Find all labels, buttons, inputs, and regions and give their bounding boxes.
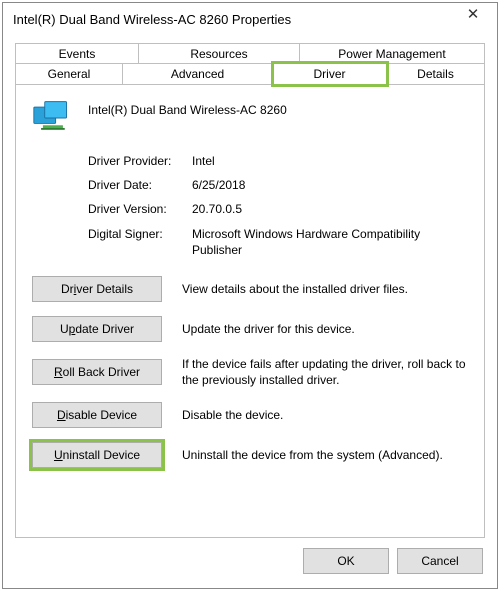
date-value: 6/25/2018 [192, 177, 245, 193]
rollback-driver-desc: If the device fails after updating the d… [182, 356, 468, 388]
driver-properties: Driver Provider: Intel Driver Date: 6/25… [88, 153, 468, 258]
tab-driver[interactable]: Driver [273, 63, 387, 85]
tab-advanced[interactable]: Advanced [123, 63, 273, 85]
provider-value: Intel [192, 153, 215, 169]
ok-button[interactable]: OK [303, 548, 389, 574]
tab-resources[interactable]: Resources [139, 43, 300, 64]
window-title: Intel(R) Dual Band Wireless-AC 8260 Prop… [13, 12, 291, 27]
properties-dialog: Intel(R) Dual Band Wireless-AC 8260 Prop… [2, 2, 498, 589]
uninstall-device-button[interactable]: Uninstall Device [32, 442, 162, 468]
version-value: 20.70.0.5 [192, 201, 242, 217]
driver-details-button[interactable]: Driver Details [32, 276, 162, 302]
signer-label: Digital Signer: [88, 226, 192, 258]
provider-label: Driver Provider: [88, 153, 192, 169]
disable-device-desc: Disable the device. [182, 407, 468, 423]
tabs: Events Resources Power Management Genera… [3, 33, 497, 85]
date-label: Driver Date: [88, 177, 192, 193]
disable-device-button[interactable]: Disable Device [32, 402, 162, 428]
signer-value: Microsoft Windows Hardware Compatibility… [192, 226, 468, 258]
update-driver-desc: Update the driver for this device. [182, 321, 468, 337]
tab-power-management[interactable]: Power Management [300, 43, 485, 64]
driver-actions: Driver Details View details about the in… [32, 276, 468, 468]
rollback-driver-button[interactable]: Roll Back Driver [32, 359, 162, 385]
driver-details-desc: View details about the installed driver … [182, 281, 468, 297]
network-adapter-icon [32, 101, 72, 135]
dialog-footer: OK Cancel [3, 548, 497, 588]
tab-general[interactable]: General [15, 63, 123, 85]
driver-panel: Intel(R) Dual Band Wireless-AC 8260 Driv… [15, 85, 485, 538]
cancel-button[interactable]: Cancel [397, 548, 483, 574]
version-label: Driver Version: [88, 201, 192, 217]
update-driver-button[interactable]: Update Driver [32, 316, 162, 342]
titlebar: Intel(R) Dual Band Wireless-AC 8260 Prop… [3, 3, 497, 33]
close-button[interactable]: ✕ [453, 5, 493, 29]
uninstall-device-desc: Uninstall the device from the system (Ad… [182, 447, 468, 463]
tab-events[interactable]: Events [15, 43, 139, 64]
tab-details[interactable]: Details [387, 63, 485, 85]
device-name: Intel(R) Dual Band Wireless-AC 8260 [88, 101, 287, 117]
